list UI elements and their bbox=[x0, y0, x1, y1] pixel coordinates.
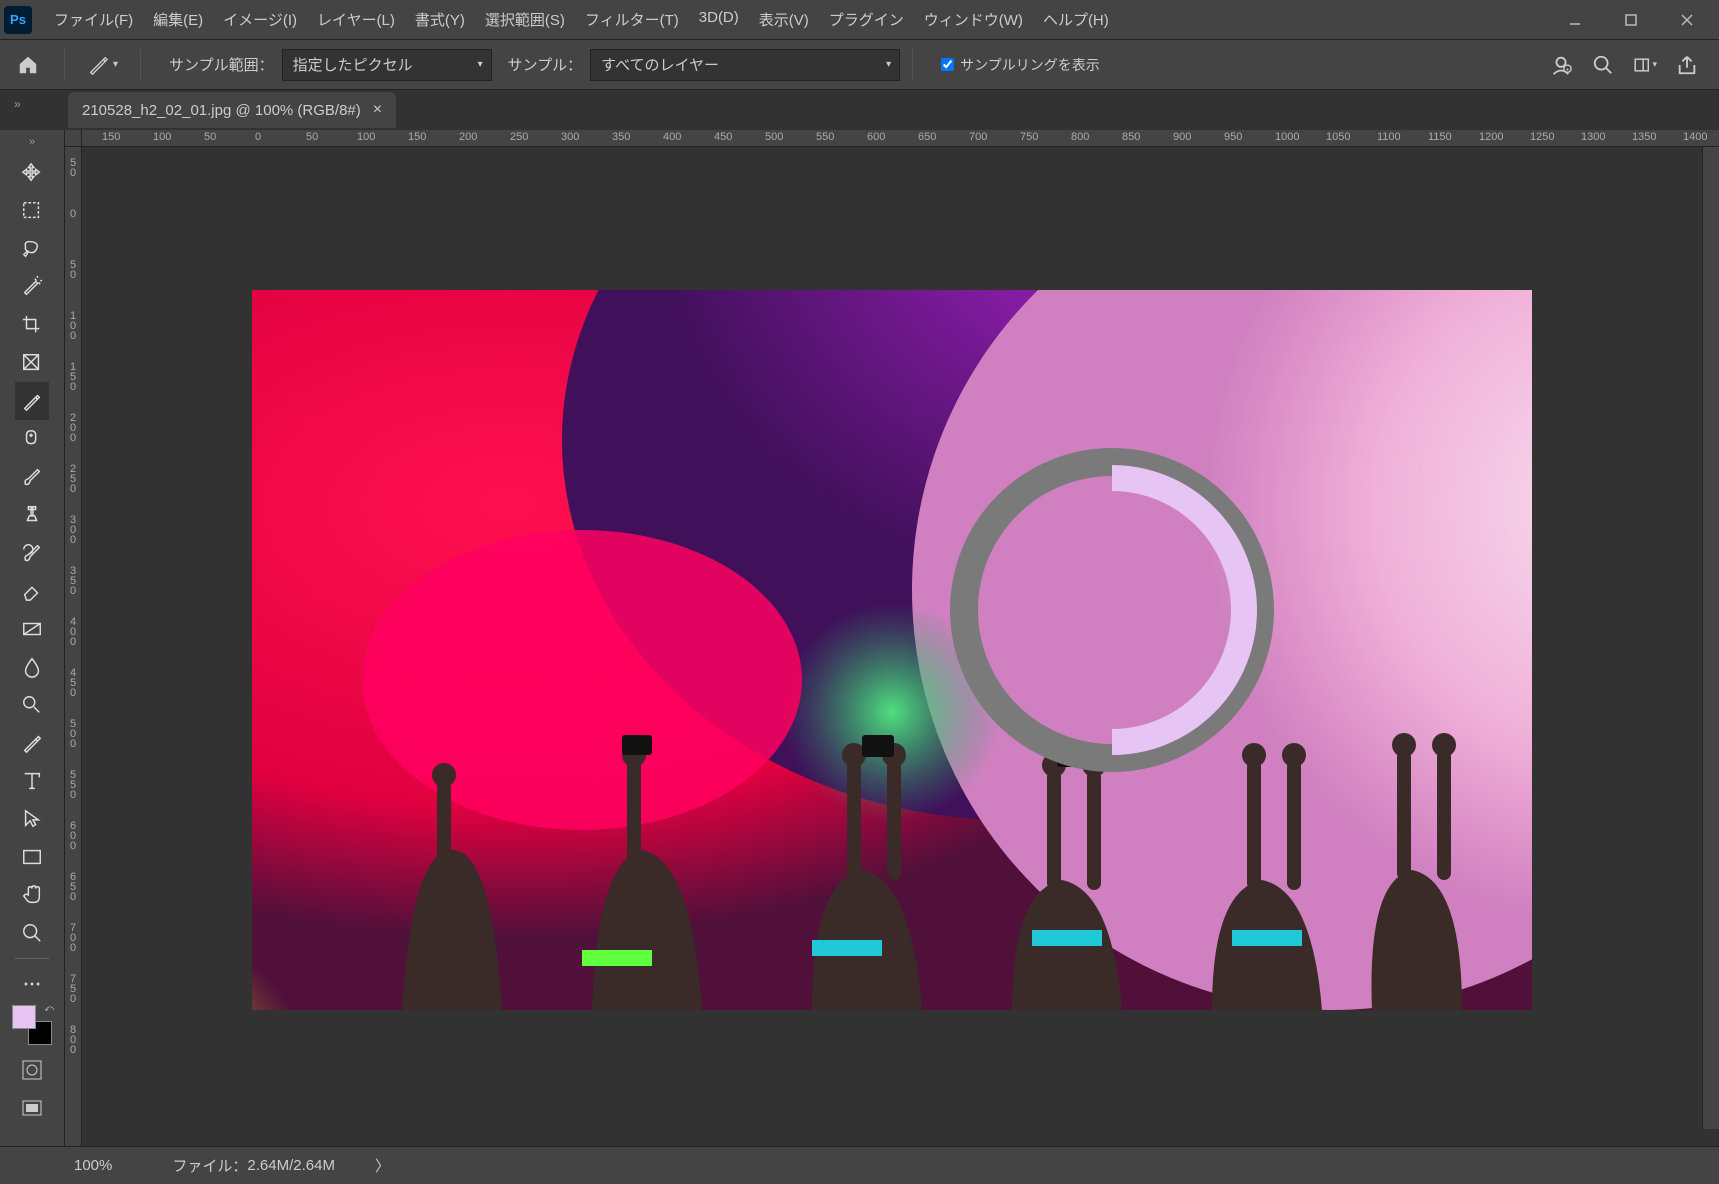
menu-プラグイン[interactable]: プラグイン bbox=[819, 9, 914, 30]
collapse-tools-button[interactable]: » bbox=[0, 136, 64, 154]
expand-options-button[interactable]: » bbox=[14, 97, 21, 111]
sample-dropdown[interactable]: すべてのレイヤー bbox=[590, 49, 900, 81]
search-icon[interactable] bbox=[1591, 53, 1615, 77]
sample-range-dropdown[interactable]: 指定したピクセル bbox=[282, 49, 492, 81]
tool-pen[interactable] bbox=[15, 724, 49, 762]
file-size-value: 2.64M/2.64M bbox=[247, 1157, 335, 1174]
ruler-origin[interactable] bbox=[65, 130, 82, 147]
horizontal-ruler[interactable]: 1501005005010015020025030035040045050055… bbox=[82, 130, 1719, 147]
tool-eyedropper[interactable] bbox=[15, 382, 49, 420]
options-bar: ▾ サンプル範囲： 指定したピクセル サンプル： すべてのレイヤー サンプルリン… bbox=[0, 40, 1719, 90]
active-tool-indicator[interactable]: ▾ bbox=[77, 54, 128, 76]
tool-gradient[interactable] bbox=[15, 610, 49, 648]
menu-編集[interactable]: 編集(E) bbox=[143, 9, 213, 30]
show-sampling-ring-checkbox[interactable] bbox=[941, 58, 954, 71]
show-sampling-ring-label: サンプルリングを表示 bbox=[960, 55, 1100, 75]
tool-hand[interactable] bbox=[15, 876, 49, 914]
tool-brush[interactable] bbox=[15, 458, 49, 496]
tool-lasso[interactable] bbox=[15, 230, 49, 268]
menu-ウィンドウ[interactable]: ウィンドウ(W) bbox=[914, 9, 1033, 30]
swap-colors-icon[interactable]: ⤺ bbox=[44, 1003, 54, 1014]
menu-フィルター[interactable]: フィルター(T) bbox=[575, 9, 689, 30]
workspace-icon[interactable]: ▾ bbox=[1633, 53, 1657, 77]
sample-range-label: サンプル範囲： bbox=[169, 54, 274, 75]
tool-history-brush[interactable] bbox=[15, 534, 49, 572]
menu-ヘルプ[interactable]: ヘルプ(H) bbox=[1033, 9, 1119, 30]
app-logo-icon: Ps bbox=[4, 6, 32, 34]
cloud-profile-icon[interactable]: + bbox=[1549, 53, 1573, 77]
tool-type[interactable] bbox=[15, 762, 49, 800]
menu-イメージ[interactable]: イメージ(I) bbox=[213, 9, 307, 30]
tool-heal[interactable] bbox=[15, 420, 49, 458]
menu-3d[interactable]: 3D(D) bbox=[689, 9, 749, 30]
status-more-button[interactable]: 〉 bbox=[375, 1155, 390, 1176]
tool-rectangle[interactable] bbox=[15, 838, 49, 876]
tool-move[interactable] bbox=[15, 154, 49, 192]
tool-frame[interactable] bbox=[15, 344, 49, 382]
canvas-area: 1501005005010015020025030035040045050055… bbox=[65, 130, 1719, 1146]
tool-dodge[interactable] bbox=[15, 686, 49, 724]
document-tab-bar: 210528_h2_02_01.jpg @ 100% (RGB/8#) × bbox=[0, 90, 1719, 128]
window-controls bbox=[1547, 2, 1715, 38]
close-button[interactable] bbox=[1659, 2, 1715, 38]
tool-crop[interactable] bbox=[15, 306, 49, 344]
menu-ファイル[interactable]: ファイル(F) bbox=[44, 9, 143, 30]
vertical-ruler[interactable]: 5005010015020025030035040045050055060065… bbox=[65, 147, 82, 1146]
viewport[interactable] bbox=[82, 147, 1719, 1146]
file-size-label: ファイル： bbox=[172, 1155, 247, 1176]
tool-zoom[interactable] bbox=[15, 914, 49, 952]
screen-mode-button[interactable] bbox=[15, 1089, 49, 1127]
status-bar: 100% ファイル： 2.64M/2.64M 〉 bbox=[0, 1146, 1719, 1184]
document-tab[interactable]: 210528_h2_02_01.jpg @ 100% (RGB/8#) × bbox=[68, 92, 396, 128]
tool-wand[interactable] bbox=[15, 268, 49, 306]
foreground-swatch[interactable] bbox=[12, 1005, 36, 1029]
svg-text:+: + bbox=[1566, 66, 1570, 73]
tool-marquee[interactable] bbox=[15, 192, 49, 230]
menu-選択範囲[interactable]: 選択範囲(S) bbox=[475, 9, 575, 30]
maximize-button[interactable] bbox=[1603, 2, 1659, 38]
minimize-button[interactable] bbox=[1547, 2, 1603, 38]
tool-eraser[interactable] bbox=[15, 572, 49, 610]
tool-blur[interactable] bbox=[15, 648, 49, 686]
zoom-level[interactable]: 100% bbox=[74, 1157, 112, 1174]
menu-書式[interactable]: 書式(Y) bbox=[405, 9, 475, 30]
menu-bar: Ps ファイル(F)編集(E)イメージ(I)レイヤー(L)書式(Y)選択範囲(S… bbox=[0, 0, 1719, 40]
document-image[interactable] bbox=[252, 290, 1532, 1010]
document-tab-title: 210528_h2_02_01.jpg @ 100% (RGB/8#) bbox=[82, 102, 361, 119]
share-icon[interactable] bbox=[1675, 53, 1699, 77]
sample-label: サンプル： bbox=[508, 54, 583, 75]
tool-panel: » ⤺ bbox=[0, 130, 65, 1146]
tool-stamp[interactable] bbox=[15, 496, 49, 534]
tool-path-select[interactable] bbox=[15, 800, 49, 838]
more-tools-button[interactable] bbox=[15, 965, 49, 1003]
quick-mask-button[interactable] bbox=[15, 1051, 49, 1089]
color-swatches[interactable]: ⤺ bbox=[12, 1005, 52, 1045]
menu-レイヤー[interactable]: レイヤー(L) bbox=[307, 9, 405, 30]
menu-表示[interactable]: 表示(V) bbox=[749, 9, 819, 30]
close-tab-icon[interactable]: × bbox=[373, 101, 382, 119]
home-button[interactable] bbox=[10, 47, 46, 83]
vertical-scrollbar[interactable] bbox=[1702, 147, 1719, 1129]
